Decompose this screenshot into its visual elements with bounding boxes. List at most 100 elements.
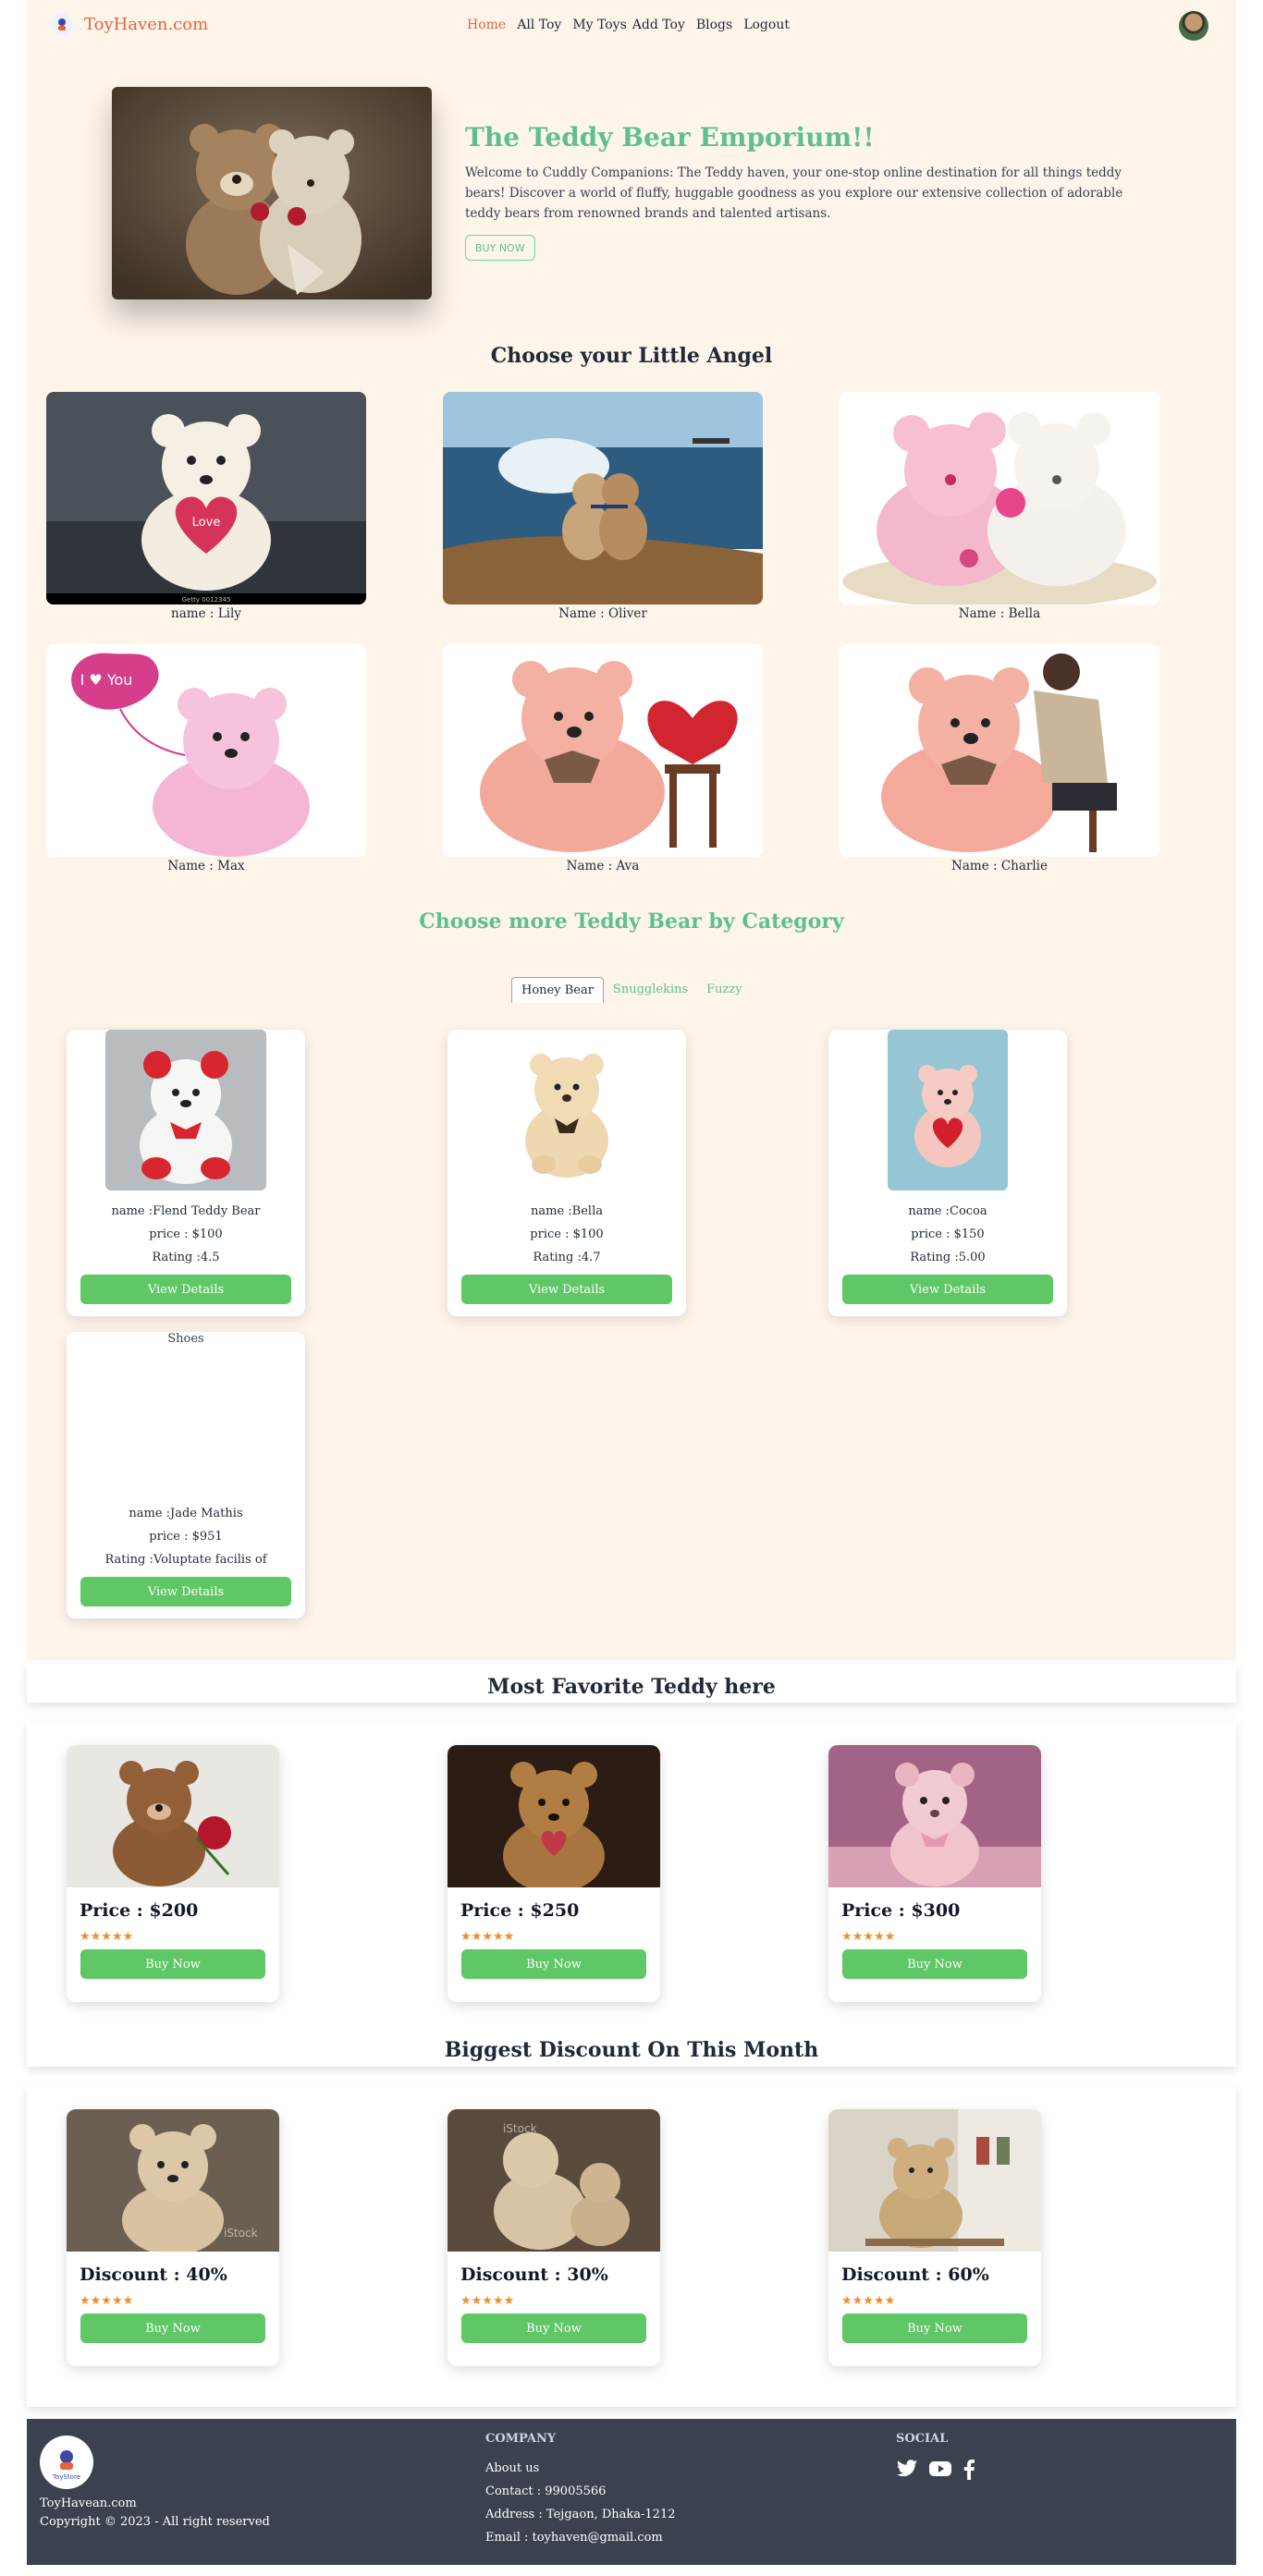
youtube-icon[interactable]	[929, 2460, 951, 2484]
watermark-text: Getty 0012345	[182, 596, 231, 604]
brand-logo-icon	[51, 13, 73, 35]
discount-price: Discount : 30%	[460, 2265, 608, 2285]
favorite-card: Price : $250 ★★★★★ Buy Now	[448, 1745, 660, 2002]
view-details-button[interactable]: View Details	[80, 1275, 291, 1304]
card-name: name :Flend Teddy Bear	[111, 1204, 261, 1218]
footer-logo-icon: ToyStore	[40, 2436, 93, 2489]
card-name: name :Cocoa	[908, 1204, 987, 1218]
view-details-button[interactable]: View Details	[461, 1275, 672, 1304]
discount-card-image	[828, 2109, 1041, 2252]
buy-now-button[interactable]: Buy Now	[842, 2314, 1027, 2343]
category-tabs: Honey Bear Snugglekins Fuzzy	[511, 977, 752, 1003]
rating-stars-icon: ★★★★★	[841, 1930, 896, 1944]
user-avatar[interactable]	[1179, 11, 1208, 41]
gallery-caption: Name : Bella	[958, 606, 1041, 621]
footer-address: Address : Tejgaon, Dhaka-1212	[485, 2508, 676, 2521]
gallery-caption: name : Lily	[171, 606, 241, 621]
favorite-card: Price : $200 ★★★★★ Buy Now	[67, 1745, 279, 2002]
footer-company-heading: COMPANY	[485, 2432, 557, 2446]
rating-stars-icon: ★★★★★	[80, 1930, 134, 1944]
brand[interactable]: ToyHaven.com	[51, 13, 208, 35]
gallery-caption: Name : Max	[167, 859, 245, 873]
buy-now-button[interactable]: Buy Now	[461, 1949, 646, 1979]
category-title: Choose more Teddy Bear by Category	[419, 910, 844, 934]
nav-my-toys[interactable]: My Toys	[572, 18, 626, 32]
nav-logout[interactable]: Logout	[743, 18, 790, 32]
hero-title: The Teddy Bear Emporium!!	[465, 122, 875, 153]
buy-now-button[interactable]: Buy Now	[461, 2314, 646, 2343]
gallery-caption: Name : Ava	[566, 859, 640, 873]
favorite-card-image	[67, 1745, 279, 1887]
nav-all-toy[interactable]: All Toy	[517, 18, 561, 32]
footer: ToyStore ToyHavean.com Copyright © 2023 …	[27, 2419, 1236, 2565]
footer-brand-name: ToyHavean.com	[40, 2497, 137, 2510]
discount-card-image: iStock	[448, 2109, 660, 2252]
gallery-item-bella[interactable]: Name : Bella	[840, 392, 1159, 621]
discount-price: Discount : 40%	[80, 2265, 227, 2285]
footer-email: Email : toyhaven@gmail.com	[485, 2531, 663, 2545]
nav-home[interactable]: Home	[467, 18, 506, 32]
navbar: ToyHaven.com Home All Toy My Toys Add To…	[27, 0, 1236, 52]
category-card: name :Cocoa price : $150 Rating :5.00 Vi…	[828, 1030, 1067, 1316]
gallery-image	[443, 392, 763, 604]
hero-image	[112, 87, 432, 299]
favorite-price: Price : $250	[460, 1900, 580, 1921]
facebook-icon[interactable]	[963, 2460, 975, 2484]
card-rating: Rating :4.7	[533, 1251, 601, 1264]
rating-stars-icon: ★★★★★	[460, 2294, 515, 2308]
card-name: name :Jade Mathis	[129, 1507, 243, 1520]
category-card-image: Shoes	[105, 1332, 266, 1493]
buy-now-button[interactable]: Buy Now	[842, 1949, 1027, 1979]
category-card: name :Flend Teddy Bear price : $100 Rati…	[67, 1030, 305, 1316]
love-text: Love	[192, 516, 221, 530]
footer-contact: Contact : 99005566	[485, 2484, 607, 2498]
buy-now-button[interactable]: Buy Now	[80, 2314, 265, 2343]
footer-about-link[interactable]: About us	[485, 2461, 539, 2475]
rating-stars-icon: ★★★★★	[460, 1930, 515, 1944]
category-card: name :Bella price : $100 Rating :4.7 Vie…	[448, 1030, 686, 1316]
card-rating: Rating :4.5	[152, 1251, 220, 1264]
view-details-button[interactable]: View Details	[842, 1275, 1053, 1304]
view-details-button[interactable]: View Details	[80, 1577, 291, 1606]
nav-add-toy[interactable]: Add Toy	[632, 18, 685, 32]
category-card: Shoes name :Jade Mathis price : $951 Rat…	[67, 1332, 305, 1618]
gallery-caption: Name : Charlie	[951, 859, 1048, 873]
watermark-text: iStock	[503, 2122, 537, 2135]
gallery-image	[840, 392, 1159, 604]
gallery-item-oliver[interactable]: Name : Oliver	[443, 392, 763, 621]
favorite-card: Price : $300 ★★★★★ Buy Now	[828, 1745, 1041, 2002]
tab-honey-bear[interactable]: Honey Bear	[511, 977, 604, 1003]
gallery-item-max[interactable]: I ♥ You Name : Max	[46, 644, 366, 873]
category-card-image	[888, 1030, 1008, 1190]
hero-description: Welcome to Cuddly Companions: The Teddy …	[465, 165, 1123, 221]
gallery-item-charlie[interactable]: Name : Charlie	[840, 644, 1159, 873]
category-card-image	[486, 1030, 647, 1190]
gallery-title: Choose your Little Angel	[490, 344, 773, 368]
tab-snugglekins[interactable]: Snugglekins	[604, 977, 697, 1003]
card-rating: Rating :5.00	[910, 1251, 986, 1264]
favorite-title: Most Favorite Teddy here	[487, 1675, 776, 1699]
discount-card: iStock Discount : 40% ★★★★★ Buy Now	[67, 2109, 279, 2366]
hero-buy-now-button[interactable]: BUY NOW	[465, 235, 535, 261]
card-price: price : $100	[530, 1227, 604, 1241]
card-name: name :Bella	[531, 1204, 603, 1218]
card-price: price : $100	[149, 1227, 223, 1241]
discount-card: Discount : 60% ★★★★★ Buy Now	[828, 2109, 1041, 2366]
buy-now-button[interactable]: Buy Now	[80, 1949, 265, 1979]
tab-fuzzy[interactable]: Fuzzy	[697, 977, 751, 1003]
gallery-image	[443, 644, 763, 857]
favorite-card-image	[448, 1745, 660, 1887]
nav-links: Home All Toy My Toys Add Toy Blogs Logou…	[467, 18, 801, 32]
footer-copyright: Copyright © 2023 - All right reserved	[40, 2515, 270, 2529]
gallery-image: Love Getty 0012345	[46, 392, 366, 604]
nav-blogs[interactable]: Blogs	[696, 18, 732, 32]
discount-price: Discount : 60%	[841, 2265, 989, 2285]
gallery-item-lily[interactable]: Love Getty 0012345 name : Lily	[46, 392, 366, 621]
gallery-item-ava[interactable]: Name : Ava	[443, 644, 763, 873]
card-price: price : $951	[149, 1530, 223, 1544]
card-price: price : $150	[911, 1227, 985, 1241]
broken-image-alt: Shoes	[167, 1332, 204, 1346]
twitter-icon[interactable]	[896, 2460, 918, 2484]
favorite-price: Price : $200	[80, 1900, 199, 1921]
category-card-image	[105, 1030, 266, 1190]
